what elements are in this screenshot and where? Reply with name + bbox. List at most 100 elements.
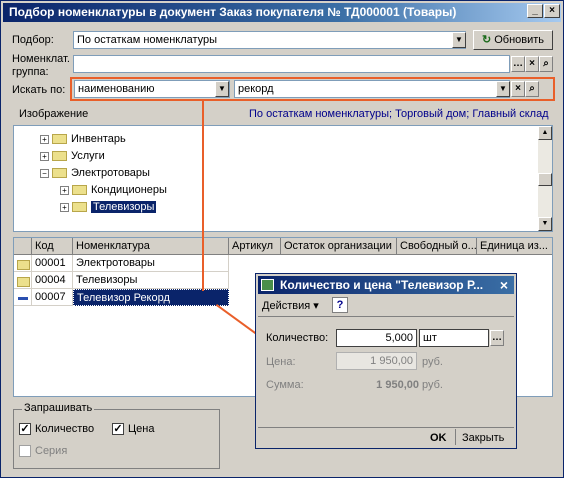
series-checkbox[interactable]: Серия [19,445,68,458]
row-name-selected: Телевизор Рекорд [73,289,229,306]
folder-icon [52,134,67,145]
tree-item-label: Электротовары [71,167,150,179]
selection-select[interactable]: По остаткам номенклатуры [73,31,466,49]
folder-icon [52,168,67,179]
column-header-code[interactable]: Код [32,238,73,255]
search-query-search-icon[interactable]: ⌕ [525,81,539,97]
group-label-line1: Номенклат. [12,53,70,65]
highlight-frame-right [553,77,555,101]
row-folder-icon [14,272,32,289]
dialog-toolbar: Действия ▾ ? [258,295,514,317]
actions-menu[interactable]: Действия ▾ [262,299,319,312]
search-query-input[interactable]: рекорд [234,80,510,98]
series-checkbox-label: Серия [35,445,68,457]
dialog-app-icon [261,279,274,291]
close-button[interactable]: × [544,4,560,18]
selection-label: Подбор: [12,34,54,46]
dialog-unit-field[interactable]: шт [419,329,489,347]
tree-item-inventory[interactable]: + Инвентарь [40,131,126,147]
context-link[interactable]: По остаткам номенклатуры; Торговый дом; … [249,108,549,120]
column-header-free-stock[interactable]: Свободный о... [397,238,477,255]
column-header-org-stock[interactable]: Остаток организации [281,238,397,255]
search-label: Искать по: [12,84,66,96]
tree-item-label: Кондиционеры [91,184,167,196]
group-search-icon[interactable]: ⌕ [539,56,553,72]
dialog-close-button[interactable]: Закрыть [462,432,504,444]
quantity-checkbox-label: Количество [35,423,95,435]
row-name: Телевизоры [73,272,229,289]
expand-icon[interactable]: + [40,151,49,161]
group-choose-button[interactable]: … [511,56,525,72]
highlight-connector-vertical [202,101,204,291]
folder-icon [72,185,87,196]
tree-item-label: Телевизоры [91,201,157,213]
dialog-ok-button[interactable]: OK [430,432,447,444]
quantity-checkbox[interactable]: ✓ Количество [19,423,95,436]
search-by-select[interactable]: наименованию [74,80,230,98]
scroll-thumb[interactable] [538,173,552,186]
tree-scrollbar[interactable]: ▲ ▼ [538,126,552,231]
dialog-quantity-input[interactable]: 5,000 [336,329,417,347]
price-checkbox[interactable]: ✓ Цена [112,423,155,436]
dialog-button-separator [455,429,456,445]
ask-groupbox: Запрашивать ✓ Количество ✓ Цена Серия [13,402,220,469]
search-query-dropdown-icon[interactable]: ▼ [496,81,510,97]
highlight-frame-left [70,77,72,101]
ask-group-title: Запрашивать [22,402,95,414]
dialog-close-icon[interactable]: × [495,276,513,294]
column-header-name[interactable]: Номенклатура [73,238,229,255]
checkbox-empty-icon [19,445,31,458]
column-header-article[interactable]: Артикул [229,238,281,255]
dialog-quantity-label: Количество: [266,332,329,344]
search-query-clear-button[interactable]: × [511,81,525,97]
scroll-down-icon[interactable]: ▼ [538,217,552,231]
group-label: Номенклат. группа: [12,53,70,79]
highlight-frame-top [70,77,555,79]
dialog-price-field: 1 950,00 [336,352,417,370]
collapse-icon[interactable]: − [40,168,49,178]
scroll-up-icon[interactable]: ▲ [538,126,552,140]
folder-icon [72,202,87,213]
refresh-button[interactable]: ↻ Обновить [473,30,553,50]
refresh-icon: ↻ [481,34,492,46]
main-window: Подбор номенклатуры в документ Заказ пок… [0,0,564,478]
search-by-dropdown-icon[interactable]: ▼ [215,81,229,97]
row-folder-icon [14,255,32,272]
column-header-unit[interactable]: Единица из... [477,238,552,255]
quantity-price-dialog: Количество и цена "Телевизор Р... × Дейс… [255,273,517,449]
highlight-frame-bottom [70,99,555,101]
dialog-sum-currency: руб. [422,379,443,391]
expand-icon[interactable]: + [60,202,69,212]
row-item-icon [14,289,32,306]
window-title: Подбор номенклатуры в документ Заказ пок… [3,3,561,22]
dialog-divider [258,427,514,428]
tree-item-conditioners[interactable]: + Кондиционеры [60,182,167,198]
row-code: 00001 [32,255,73,272]
price-checkbox-label: Цена [128,423,155,435]
expand-icon[interactable]: + [60,185,69,195]
tree-item-tv[interactable]: + Телевизоры [60,199,157,215]
refresh-label: Обновить [494,34,545,46]
row-name: Электротовары [73,255,229,272]
dialog-price-label: Цена: [266,356,296,368]
tree-item-label: Инвентарь [71,133,126,145]
actions-menu-label: Действия [262,300,311,312]
row-code: 00004 [32,272,73,289]
dialog-price-currency: руб. [422,356,443,368]
group-field[interactable] [73,55,510,73]
selection-dropdown-icon[interactable]: ▼ [452,32,466,48]
tree-item-services[interactable]: + Услуги [40,148,105,164]
tree-item-electro[interactable]: − Электротовары [40,165,150,181]
expand-icon[interactable]: + [40,134,49,144]
dialog-title: Количество и цена "Телевизор Р... [258,276,514,294]
dialog-sum-label: Сумма: [266,379,304,391]
dialog-sum-value: 1 950,00 [376,379,419,391]
help-icon[interactable]: ? [332,297,348,313]
image-label: Изображение [19,108,89,120]
group-clear-button[interactable]: × [525,56,539,72]
unit-choose-button[interactable]: … [490,330,504,346]
checkmark-icon: ✓ [19,423,31,436]
column-header-icon[interactable] [14,238,32,255]
minimize-button[interactable]: _ [527,4,543,18]
group-label-line2: группа: [12,66,49,78]
